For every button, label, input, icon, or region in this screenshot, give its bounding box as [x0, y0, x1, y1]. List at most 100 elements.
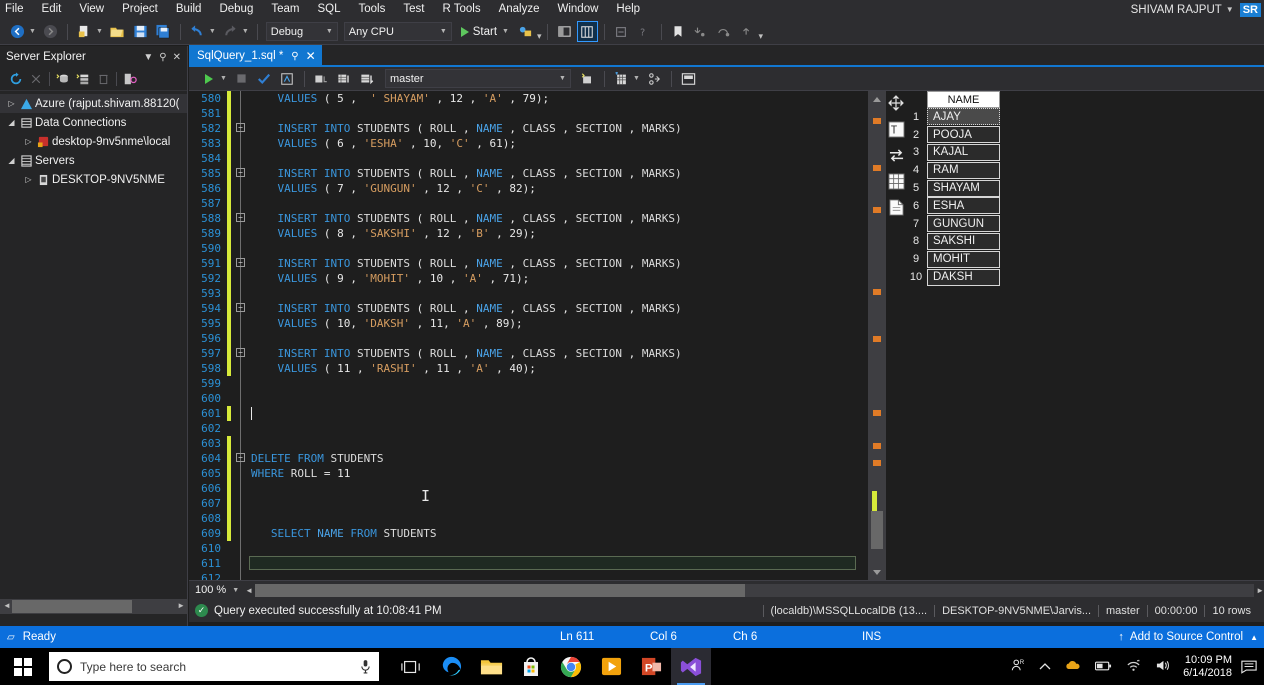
execute-dropdown-icon[interactable]: ▼ [220, 75, 227, 82]
microsoft-store-icon[interactable] [511, 648, 551, 685]
properties-window-icon[interactable] [576, 21, 598, 42]
open-file-icon[interactable] [107, 21, 128, 42]
results-row[interactable]: 4 RAM [905, 161, 1000, 179]
results-to-grid-icon[interactable] [334, 69, 355, 89]
results-to-text-panel-icon[interactable]: T [886, 119, 906, 139]
scroll-left-icon[interactable]: ◄ [3, 601, 11, 610]
close-icon[interactable]: ✕ [170, 52, 184, 63]
results-to-file-panel-icon[interactable] [886, 197, 906, 217]
menu-item-test[interactable]: Test [394, 0, 433, 19]
results-row[interactable]: 7 GUNGUN [905, 215, 1000, 233]
team-explorer-icon[interactable] [611, 21, 632, 42]
chevron-down-icon[interactable]: ◢ [5, 118, 18, 127]
panel-dropdown-icon[interactable]: ▼ [140, 52, 156, 63]
volume-icon[interactable] [1148, 659, 1177, 675]
start-debug-button[interactable]: Start ▼ [460, 26, 512, 38]
code-line[interactable]: 606 [189, 481, 1075, 496]
refresh-icon[interactable] [6, 70, 26, 89]
tree-item-azure-rajput-shivam-88120[interactable]: ▷ Azure (rajput.shivam.88120( [0, 94, 187, 113]
close-icon[interactable]: ✕ [306, 49, 316, 63]
save-icon[interactable] [130, 21, 151, 42]
powerpoint-icon[interactable]: P [631, 648, 671, 685]
scroll-right-icon[interactable]: ► [1256, 586, 1264, 595]
results-cell-name[interactable]: POOJA [927, 126, 1000, 144]
results-to-grid-panel-icon[interactable] [886, 171, 906, 191]
query-results-grid[interactable]: NAME 1 AJAY 2 POOJA 3 KAJAL 4 RAM 5 SHAYAM 6 ESHA 7 G… [905, 91, 1000, 289]
database-select[interactable]: master ▼ [384, 69, 571, 88]
code-line[interactable]: 604 − DELETE FROM STUDENTS [189, 451, 1075, 466]
step-out-icon[interactable] [737, 21, 758, 42]
tree-item-desktop-9nv5nme-local[interactable]: ▷ desktop-9nv5nme\local [0, 132, 187, 151]
code-line[interactable]: 602 [189, 421, 1075, 436]
tree-item-servers[interactable]: ◢ Servers [0, 151, 187, 170]
redo-icon[interactable] [220, 21, 241, 42]
user-chevron-down-icon[interactable]: ▼ [1226, 5, 1234, 14]
step-into-icon[interactable] [691, 21, 712, 42]
code-line[interactable]: 595 VALUES ( 10, 'DAKSH' , 11, 'A' , 89)… [189, 316, 1075, 331]
tab-sqlquery1[interactable]: SqlQuery_1.sql * ⚲ ✕ [189, 45, 322, 67]
pin-icon[interactable]: ⚲ [291, 51, 298, 62]
microphone-icon[interactable] [360, 659, 371, 674]
zoom-level[interactable]: 100 % [195, 584, 226, 596]
results-cell-name[interactable]: DAKSH [927, 268, 1000, 286]
code-line[interactable]: 594 − INSERT INTO STUDENTS ( ROLL , NAME … [189, 301, 1075, 316]
show-results-pane-icon[interactable] [678, 69, 699, 89]
collapse-region-icon[interactable]: − [236, 213, 245, 222]
new-dropdown-icon[interactable]: ▼ [96, 28, 103, 35]
menu-item-project[interactable]: Project [113, 0, 167, 19]
editor-horizontal-scrollbar[interactable] [255, 583, 1255, 597]
onedrive-icon[interactable] [1058, 660, 1088, 674]
menu-item-help[interactable]: Help [607, 0, 649, 19]
code-line[interactable]: 600 [189, 391, 1075, 406]
chevron-right-icon[interactable]: ▷ [22, 175, 35, 184]
tree-item-desktop-9nv5nme[interactable]: ▷ DESKTOP-9NV5NME [0, 170, 187, 189]
debug-overflow-icon[interactable]: ▾ [759, 31, 764, 42]
code-line[interactable]: 610 [189, 541, 1075, 556]
save-all-icon[interactable] [153, 21, 174, 42]
menu-item-analyze[interactable]: Analyze [490, 0, 549, 19]
taskbar-clock[interactable]: 10:09 PM 6/14/2018 [1177, 654, 1238, 680]
delete-connection-icon[interactable] [93, 70, 113, 89]
pin-icon[interactable]: ⚲ [156, 52, 169, 63]
results-row[interactable]: 6 ESHA [905, 197, 1000, 215]
tree-item-data-connections[interactable]: ◢ Data Connections [0, 113, 187, 132]
back-dropdown-icon[interactable]: ▼ [29, 28, 36, 35]
code-line[interactable]: 607 [189, 496, 1075, 511]
collapse-region-icon[interactable]: − [236, 123, 245, 132]
chevron-right-icon[interactable]: ▷ [22, 137, 35, 146]
attach-process-icon[interactable] [515, 21, 536, 42]
scroll-thumb[interactable] [255, 583, 746, 597]
chevron-up-icon[interactable]: ▲ [1250, 633, 1258, 642]
start-button[interactable] [0, 648, 45, 685]
scroll-thumb[interactable] [12, 600, 132, 613]
wifi-icon[interactable] [1119, 659, 1148, 674]
battery-icon[interactable] [1088, 660, 1119, 674]
execute-query-icon[interactable] [198, 69, 219, 89]
swap-panes-icon[interactable] [886, 145, 906, 165]
edge-icon[interactable] [431, 648, 471, 685]
collapse-region-icon[interactable]: − [236, 303, 245, 312]
design-query-icon[interactable] [611, 69, 632, 89]
chevron-down-icon[interactable]: ◢ [5, 156, 18, 165]
menu-item-build[interactable]: Build [167, 0, 211, 19]
scroll-up-icon[interactable] [873, 97, 881, 102]
results-cell-name[interactable]: ESHA [927, 197, 1000, 215]
step-over-icon[interactable] [714, 21, 735, 42]
navigate-backward-icon[interactable] [7, 21, 28, 42]
properties-icon[interactable] [120, 70, 140, 89]
menu-item-view[interactable]: View [70, 0, 113, 19]
results-row[interactable]: 10 DAKSH [905, 268, 1000, 286]
code-line[interactable]: 612 [189, 571, 1075, 580]
stop-refresh-icon[interactable] [26, 70, 46, 89]
connect-server-icon[interactable] [73, 70, 93, 89]
scroll-right-icon[interactable]: ► [177, 601, 185, 610]
zoom-dropdown-icon[interactable]: ▼ [232, 587, 239, 594]
results-cell-name[interactable]: GUNGUN [927, 215, 1000, 233]
toolbox-icon[interactable]: ? [634, 21, 655, 42]
undo-icon[interactable] [187, 21, 208, 42]
code-line[interactable]: 599 [189, 376, 1075, 391]
results-cell-name[interactable]: SHAYAM [927, 179, 1000, 197]
new-project-icon[interactable] [74, 21, 95, 42]
menu-item-debug[interactable]: Debug [210, 0, 262, 19]
results-to-text-icon[interactable] [311, 69, 332, 89]
